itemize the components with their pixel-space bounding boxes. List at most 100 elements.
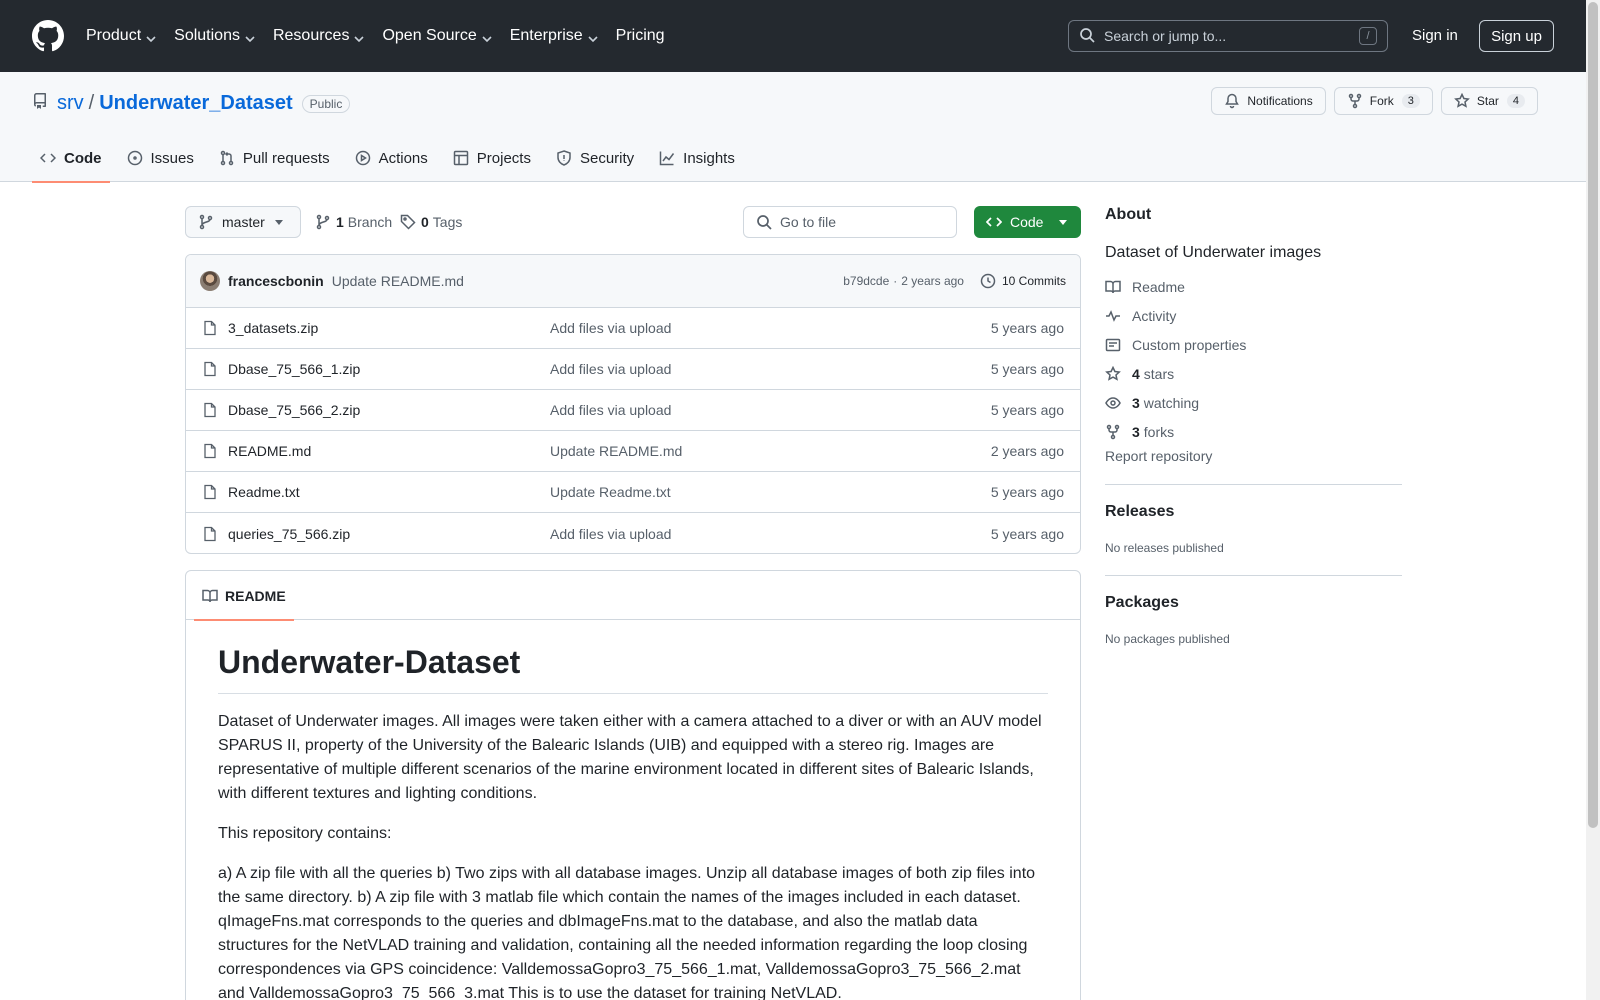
file-icon (204, 484, 216, 500)
file-age: 5 years ago (990, 320, 1064, 336)
branch-label: Branch (347, 214, 393, 230)
nav-solutions-label: Solutions (174, 27, 240, 44)
custom-properties-link[interactable]: Custom properties (1105, 330, 1402, 359)
github-logo-icon[interactable] (32, 20, 64, 52)
repo-description: Dataset of Underwater images (1105, 244, 1322, 261)
nav-open-source[interactable]: Open Source (382, 27, 492, 45)
code-dropdown-button[interactable]: Code (974, 206, 1081, 238)
star-button[interactable]: Star 4 (1440, 87, 1538, 115)
repo-tabs: Code Issues Pull requests Actions Projec… (32, 134, 752, 183)
readme-panel: README Underwater-Dataset Dataset of Und… (185, 570, 1081, 1000)
file-commit-link[interactable]: Add files via upload (550, 320, 991, 336)
book-icon (202, 589, 218, 602)
file-icon (204, 320, 216, 336)
note-icon (1105, 338, 1121, 351)
nav-product[interactable]: Product (86, 27, 156, 45)
branches-link[interactable]: 1 Branch (315, 206, 392, 238)
chevron-down-icon (146, 31, 156, 43)
branch-selector[interactable]: master (185, 206, 301, 238)
caret-down-icon (1059, 219, 1068, 225)
fork-button[interactable]: Fork 3 (1333, 87, 1433, 115)
commits-link[interactable]: 10 Commits (980, 273, 1066, 289)
commit-message-link[interactable]: Update README.md (332, 273, 464, 289)
tags-link[interactable]: 0 Tags (400, 206, 462, 238)
file-name-link[interactable]: 3_datasets.zip (228, 320, 550, 336)
about-heading: About (1105, 206, 1152, 223)
fork-icon (1106, 424, 1120, 439)
packages-heading[interactable]: Packages (1105, 594, 1402, 612)
go-to-file-input[interactable]: Go to file (743, 206, 957, 238)
page-scrollbar[interactable] (1586, 0, 1600, 1000)
tab-issues[interactable]: Issues (119, 134, 202, 182)
file-name-link[interactable]: Dbase_75_566_1.zip (228, 361, 550, 377)
file-commit-link[interactable]: Add files via upload (550, 526, 991, 542)
commit-meta: b79dcde · 2 years ago 10 Commits (843, 273, 1066, 289)
branch-icon (199, 214, 213, 230)
tab-projects[interactable]: Projects (445, 134, 539, 182)
star-count: 4 (1506, 94, 1525, 108)
nav-resources-label: Resources (272, 27, 350, 44)
repo-header: srv / Underwater_Dataset Public Notifica… (0, 72, 1586, 183)
forks-link[interactable]: 3 forks (1105, 417, 1402, 446)
file-name-link[interactable]: Readme.txt (228, 484, 550, 500)
nav-resources[interactable]: Resources (272, 27, 365, 45)
tab-insights[interactable]: Insights (651, 134, 743, 182)
code-icon (986, 217, 1002, 227)
bell-icon (1225, 93, 1240, 109)
file-list: francescbonin Update README.md b79dcde ·… (185, 254, 1081, 554)
readme-paragraph: This repository contains: (218, 825, 392, 842)
star-icon (1453, 93, 1470, 108)
chevron-down-icon (245, 31, 255, 43)
scrollbar-thumb[interactable] (1588, 2, 1598, 828)
file-name-link[interactable]: Dbase_75_566_2.zip (228, 402, 550, 418)
readme-paragraph: a) A zip file with all the queries b) Tw… (218, 865, 1036, 1000)
latest-commit-row: francescbonin Update README.md b79dcde ·… (186, 255, 1080, 308)
releases-heading[interactable]: Releases (1105, 503, 1402, 521)
stars-link[interactable]: 4 stars (1105, 359, 1402, 388)
commit-author-link[interactable]: francescbonin (228, 273, 324, 289)
file-age: 5 years ago (990, 402, 1064, 418)
nav-pricing[interactable]: Pricing (616, 27, 665, 45)
avatar[interactable] (200, 271, 220, 291)
file-commit-link[interactable]: Update Readme.txt (550, 484, 991, 500)
commit-sha-link[interactable]: b79dcde (843, 274, 889, 288)
sign-in-link[interactable]: Sign in (1412, 27, 1458, 44)
go-to-file-placeholder: Go to file (780, 214, 837, 230)
readme-link[interactable]: Readme (1105, 272, 1402, 301)
file-icon (204, 526, 216, 541)
branch-icon (316, 214, 330, 230)
search-icon (1079, 27, 1095, 46)
tab-code-label: Code (64, 149, 102, 167)
readme-title: Underwater-Dataset (218, 644, 1048, 694)
pulse-icon (1106, 309, 1120, 322)
file-name-link[interactable]: README.md (228, 443, 550, 459)
file-commit-link[interactable]: Add files via upload (550, 402, 991, 418)
file-name-link[interactable]: queries_75_566.zip (228, 526, 550, 542)
tab-actions[interactable]: Actions (347, 134, 436, 182)
tag-icon (400, 214, 416, 230)
nav-solutions[interactable]: Solutions (174, 27, 255, 45)
tab-security[interactable]: Security (548, 134, 642, 182)
tab-code[interactable]: Code (32, 134, 110, 183)
activity-link[interactable]: Activity (1105, 301, 1402, 330)
sign-up-button[interactable]: Sign up (1479, 20, 1554, 52)
search-shortcut-key: / (1359, 27, 1377, 45)
tab-readme[interactable]: README (194, 571, 294, 621)
repo-owner-link[interactable]: srv (57, 92, 84, 115)
branch-name: master (222, 214, 265, 230)
global-header: Product Solutions Resources Open Source … (0, 0, 1586, 72)
watching-link[interactable]: 3 watching (1105, 388, 1402, 417)
file-commit-link[interactable]: Add files via upload (550, 361, 991, 377)
tab-pull-requests-label: Pull requests (242, 149, 330, 167)
global-search-input[interactable]: Search or jump to... / (1068, 20, 1388, 52)
report-repository-link[interactable]: Report repository (1105, 448, 1402, 464)
notifications-button[interactable]: Notifications (1211, 87, 1326, 115)
file-row: queries_75_566.zip Add files via upload … (186, 513, 1080, 553)
shield-icon (557, 150, 571, 166)
nav-enterprise[interactable]: Enterprise (510, 27, 598, 45)
repo-name-link[interactable]: Underwater_Dataset (99, 92, 292, 115)
tab-pull-requests[interactable]: Pull requests (211, 134, 338, 182)
repo-title: srv / Underwater_Dataset Public (32, 92, 351, 115)
file-commit-link[interactable]: Update README.md (550, 443, 991, 459)
file-row: README.md Update README.md 2 years ago (186, 431, 1080, 472)
